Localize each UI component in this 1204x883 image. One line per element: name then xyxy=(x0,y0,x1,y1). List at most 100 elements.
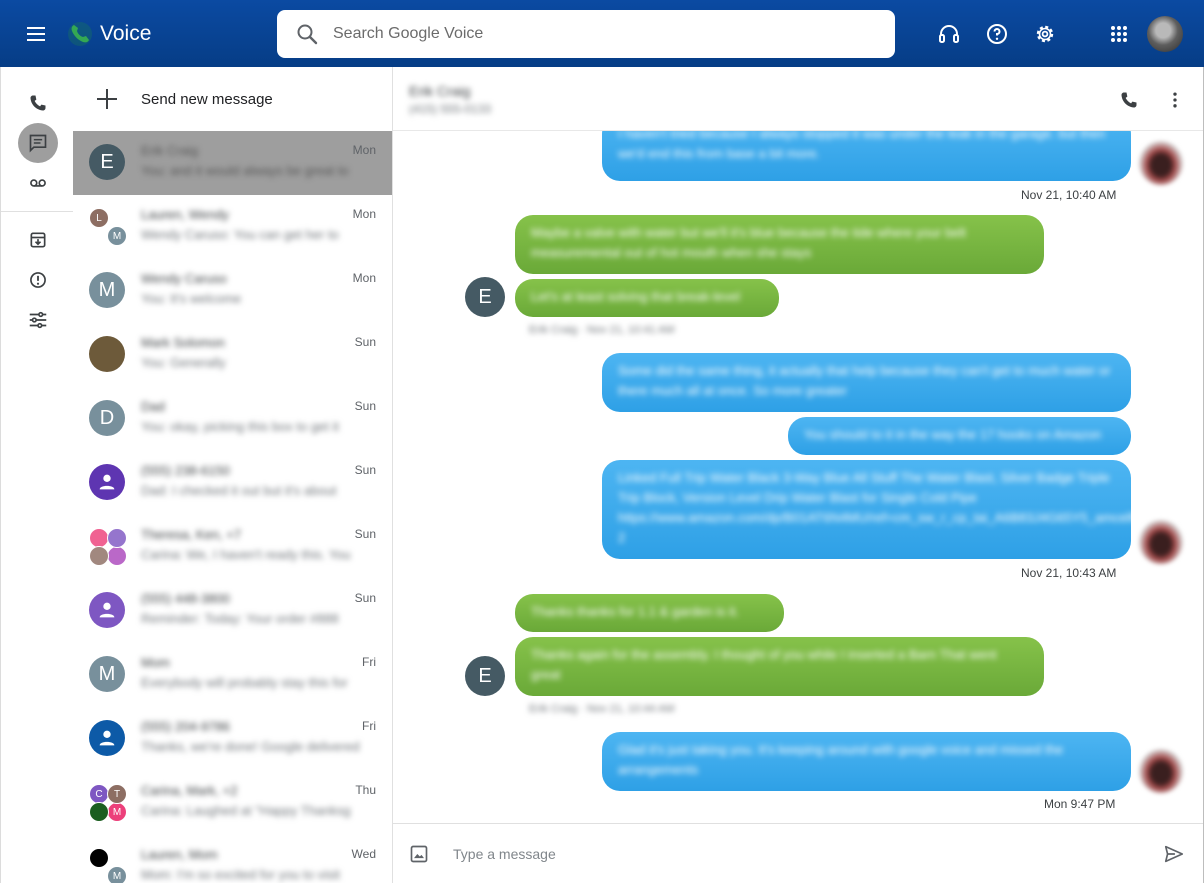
search-bar[interactable] xyxy=(277,10,895,58)
account-avatar[interactable] xyxy=(1147,16,1183,52)
search-input[interactable] xyxy=(333,25,853,43)
sender-meta: Erik Craig · Nov 21, 10:41 AM xyxy=(529,324,675,336)
send-icon[interactable] xyxy=(1163,843,1185,865)
group-avatar: M xyxy=(107,866,127,883)
top-app-bar: Voice xyxy=(0,0,1204,67)
conversation-day: Thu xyxy=(355,783,376,797)
headset-icon[interactable] xyxy=(937,22,961,46)
conversation-day: Sun xyxy=(354,591,376,605)
conversation-name: Mark Solomon xyxy=(141,335,225,350)
nav-spam[interactable] xyxy=(18,260,58,300)
message-thread[interactable]: I haven't tried because I always stopped… xyxy=(393,131,1203,823)
conversation-item[interactable]: (555) 238-6150 Dad: I checked it out but … xyxy=(73,451,392,515)
message-composer xyxy=(393,823,1203,883)
message-timestamp: Nov 21, 10:40 AM xyxy=(1021,188,1117,202)
conversation-item[interactable]: E Erik Craig You: and it would always be g… xyxy=(73,131,392,195)
sender-meta: Erik Craig · Nov 21, 10:44 AM xyxy=(529,703,675,715)
contact-avatar xyxy=(89,720,125,756)
conversation-item[interactable]: D Dad You: okay, picking this box to get i… xyxy=(73,387,392,451)
message-bubble-incoming[interactable]: Thanks again for the assembly. I thought… xyxy=(515,637,1044,696)
conversation-snippet: You: and it would always be great to xyxy=(141,163,349,178)
message-text: Maybe a valve with water but we'll it's … xyxy=(531,225,966,260)
message-timestamp: Mon 9:47 PM xyxy=(1044,797,1116,811)
group-avatar: M xyxy=(107,802,127,822)
group-avatar xyxy=(89,546,109,566)
conversation-snippet: Mom: I'm so excited for you to visit xyxy=(141,867,340,882)
conversation-item[interactable]: M Mom Everybody will probably stay this fo… xyxy=(73,643,392,707)
menu-icon[interactable] xyxy=(24,22,48,46)
conversation-name: Lauren, Wendy xyxy=(141,207,229,222)
conversation-item[interactable]: Theresa, Ken, +7 Carina: We, I haven't re… xyxy=(73,515,392,579)
conversation-name: Mom xyxy=(141,655,170,670)
conversation-name: Carina, Mark, +2 xyxy=(141,783,238,798)
message-bubble-outgoing[interactable]: You should to it in the way the 17 hooks… xyxy=(788,417,1131,455)
image-icon[interactable] xyxy=(409,844,429,864)
message-text: Thanks again for the assembly. I thought… xyxy=(531,647,997,682)
message-text: Let's at least solving that break-level xyxy=(531,289,741,304)
conversation-item[interactable]: C M T Carina, Mark, +2 Carina: Laughed at "H… xyxy=(73,771,392,835)
conversation-name: Wendy Caruso xyxy=(141,271,227,286)
self-avatar xyxy=(1139,520,1183,564)
voicemail-icon xyxy=(30,179,46,187)
call-icon[interactable] xyxy=(1119,90,1139,110)
message-bubble-incoming[interactable]: Thanks thanks for 1.1 & garden is it. xyxy=(515,594,784,632)
group-avatar xyxy=(107,528,127,548)
conversation-item[interactable]: M Lauren, Mom Mom: I'm so excited for you … xyxy=(73,835,392,883)
more-vert-icon[interactable] xyxy=(1165,90,1185,110)
message-bubble-outgoing[interactable]: Glad it's just taking you. It's keeping … xyxy=(602,732,1131,791)
conversation-day: Fri xyxy=(362,655,376,669)
conversation-snippet: Everybody will probably stay this for xyxy=(141,675,348,690)
message-bubble-incoming[interactable]: Let's at least solving that break-level xyxy=(515,279,779,317)
message-text: You should to it in the way the 17 hooks… xyxy=(804,427,1102,442)
conversation-list: Send new message E Erik Craig You: and it … xyxy=(73,67,393,883)
send-new-message-button[interactable]: Send new message xyxy=(73,67,392,131)
contact-avatar: M xyxy=(89,272,125,308)
help-icon[interactable] xyxy=(985,22,1009,46)
search-icon[interactable] xyxy=(295,22,319,46)
conversation-item[interactable]: (555) 204-9786 Thanks, we're done! Google… xyxy=(73,707,392,771)
group-avatar xyxy=(107,546,127,566)
message-text: I haven't tried because I always stopped… xyxy=(618,131,1106,161)
nav-voicemail[interactable] xyxy=(18,163,58,203)
gear-icon[interactable] xyxy=(1033,22,1057,46)
nav-calls[interactable] xyxy=(18,83,58,123)
send-new-message-label: Send new message xyxy=(141,90,273,108)
message-timestamp: Nov 21, 10:43 AM xyxy=(1021,566,1117,580)
conversation-item[interactable]: Mark Solomon You: Generally Sun xyxy=(73,323,392,387)
conversation-snippet: Carina: Laughed at "Happy Thanksg xyxy=(141,803,351,818)
conversation-day: Wed xyxy=(351,847,376,861)
conversation-item[interactable]: L M Lauren, Wendy Wendy Caruso: You can get… xyxy=(73,195,392,259)
conversation-snippet: Thanks, we're done! Google delivered xyxy=(141,739,360,754)
conversation-snippet: Carina: We, I haven't ready this. You xyxy=(141,547,351,562)
conversation-name: Erik Craig xyxy=(141,143,199,158)
conversation-day: Sun xyxy=(354,527,376,541)
message-bubble-outgoing[interactable]: Linked Full Trip Water Black 3-Way Blue … xyxy=(602,460,1203,559)
nav-settings-filter[interactable] xyxy=(18,300,58,340)
message-bubble-incoming[interactable]: Maybe a valve with water but we'll it's … xyxy=(515,215,1044,274)
conversation-snippet: Wendy Caruso: You can get her to xyxy=(141,227,339,242)
conversation-name: Dad xyxy=(141,399,165,414)
group-avatar: C xyxy=(89,784,109,804)
message-icon xyxy=(29,134,47,153)
nav-messages[interactable] xyxy=(18,123,58,163)
conversation-name: (555) 204-9786 xyxy=(141,719,230,734)
person-icon xyxy=(99,602,115,618)
rail-divider xyxy=(1,211,74,212)
message-text: Thanks thanks for 1.1 & garden is it. xyxy=(531,604,740,619)
contact-avatar: M xyxy=(89,656,125,692)
nav-archive[interactable] xyxy=(18,220,58,260)
contact-avatar: E xyxy=(465,277,505,317)
conversation-item[interactable]: (555) 448-3800 Reminder: Today: Your orde… xyxy=(73,579,392,643)
spam-icon xyxy=(30,272,46,288)
message-bubble-outgoing[interactable]: Some did the same thing, it actually tha… xyxy=(602,353,1131,412)
self-avatar xyxy=(1139,749,1183,793)
group-avatar xyxy=(89,528,109,548)
conversation-item[interactable]: M Wendy Caruso You: It's welcome Mon xyxy=(73,259,392,323)
conversation-day: Mon xyxy=(352,143,376,157)
contact-number: (415) 555-0133 xyxy=(409,102,492,116)
apps-grid-icon[interactable] xyxy=(1107,22,1131,46)
message-input[interactable] xyxy=(453,842,1133,866)
message-bubble-outgoing[interactable]: I haven't tried because I always stopped… xyxy=(602,131,1131,181)
conversation-snippet: You: okay, picking this box to get it xyxy=(141,419,340,434)
brand[interactable]: Voice xyxy=(66,20,151,48)
